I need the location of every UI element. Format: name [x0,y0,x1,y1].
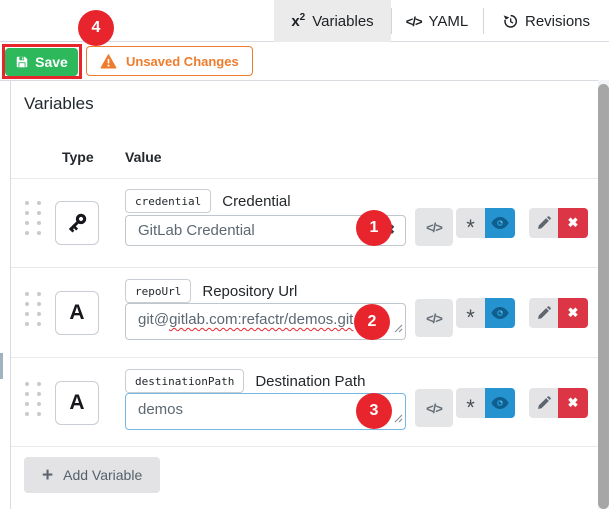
save-button-label: Save [35,54,68,70]
panel-left-border [10,80,11,509]
variable-header-row: credential Credential [125,189,291,213]
tab-variables-label: Variables [312,13,373,30]
annotation-circle-2: 2 [354,304,390,340]
add-variable-button[interactable]: + Add Variable [24,457,160,493]
asterisk-icon: * [466,395,475,421]
value-text: git@ [138,311,169,328]
row-divider [11,178,598,179]
column-header-value: Value [125,149,162,165]
variable-type-credential-button[interactable] [55,201,99,245]
tab-group: x2 Variables </> YAML Revisions [274,0,609,42]
vertical-scrollbar-thumb[interactable] [598,84,609,509]
save-button[interactable]: Save [5,48,78,76]
edit-variable-button[interactable] [529,388,558,418]
asterisk-icon: * [466,305,475,331]
variable-label: Destination Path [255,373,365,390]
pencil-icon [536,216,551,231]
delete-variable-button[interactable]: ✖ [558,208,588,238]
variable-key-badge: destinationPath [125,369,244,393]
code-icon: </> [406,14,422,29]
edit-variable-button[interactable] [529,298,558,328]
row-divider [11,357,598,358]
variables-editor-screen: x2 Variables </> YAML Revisions Save [0,0,609,509]
required-toggle-button[interactable]: * [456,208,485,238]
panel-top-border [0,80,609,81]
plus-icon: + [42,466,53,485]
variable-header-row: destinationPath Destination Path [125,369,365,393]
expression-editor-button[interactable]: </> [415,299,453,337]
variable-key-badge: credential [125,189,211,213]
letter-a-icon: A [69,301,84,325]
pencil-icon [536,396,551,411]
variable-header-row: repoUrl Repository Url [125,279,297,303]
drag-handle[interactable] [25,382,41,416]
pencil-icon [536,306,551,321]
row-divider [11,446,598,447]
tab-revisions-label: Revisions [525,13,590,30]
resize-handle-icon[interactable] [394,320,403,337]
tab-revisions[interactable]: Revisions [483,0,609,42]
add-variable-label: Add Variable [63,467,142,483]
eye-icon [491,306,509,320]
unsaved-changes-label: Unsaved Changes [126,54,239,69]
expression-editor-button[interactable]: </> [415,208,453,246]
resize-handle-icon[interactable] [394,410,403,427]
variable-label: Repository Url [202,283,297,300]
visibility-toggle-button[interactable] [485,298,515,328]
floppy-disk-icon [15,55,29,69]
annotation-circle-1: 1 [356,210,392,246]
visibility-toggle-button[interactable] [485,208,515,238]
warning-triangle-icon [100,54,117,69]
asterisk-icon: * [466,215,475,241]
variable-key-badge: repoUrl [125,279,191,303]
visibility-toggle-button[interactable] [485,388,515,418]
drag-handle[interactable] [25,201,41,235]
delete-x-icon: ✖ [568,305,579,321]
eye-icon [491,216,509,230]
tab-divider [483,8,484,34]
edit-variable-button[interactable] [529,208,558,238]
left-edge-scroll-mark [0,353,3,379]
required-toggle-button[interactable]: * [456,298,485,328]
panel-title: Variables [24,94,94,114]
required-toggle-button[interactable]: * [456,388,485,418]
key-icon [65,211,89,235]
delete-x-icon: ✖ [568,395,579,411]
tab-yaml-label: YAML [429,13,469,30]
row-divider [11,267,598,268]
eye-icon [491,396,509,410]
tab-variables[interactable]: x2 Variables [274,0,391,42]
annotation-circle-3: 3 [356,393,392,429]
unsaved-changes-badge: Unsaved Changes [86,46,253,76]
delete-variable-button[interactable]: ✖ [558,298,588,328]
expression-editor-button[interactable]: </> [415,389,453,427]
column-header-type: Type [62,149,94,165]
tab-divider [391,8,392,34]
variable-type-string-button[interactable]: A [55,381,99,425]
x-squared-icon: x2 [291,12,305,30]
annotation-circle-4: 4 [78,10,114,46]
value-text-misspelled: gitlab.com:refactr/demos.git [169,311,353,328]
variable-label: Credential [222,193,290,210]
delete-variable-button[interactable]: ✖ [558,388,588,418]
history-icon [502,13,518,29]
delete-x-icon: ✖ [568,215,579,231]
variable-type-string-button[interactable]: A [55,291,99,335]
letter-a-icon: A [69,391,84,415]
drag-handle[interactable] [25,292,41,326]
value-text: demos [138,401,183,418]
tab-yaml[interactable]: </> YAML [391,0,483,42]
